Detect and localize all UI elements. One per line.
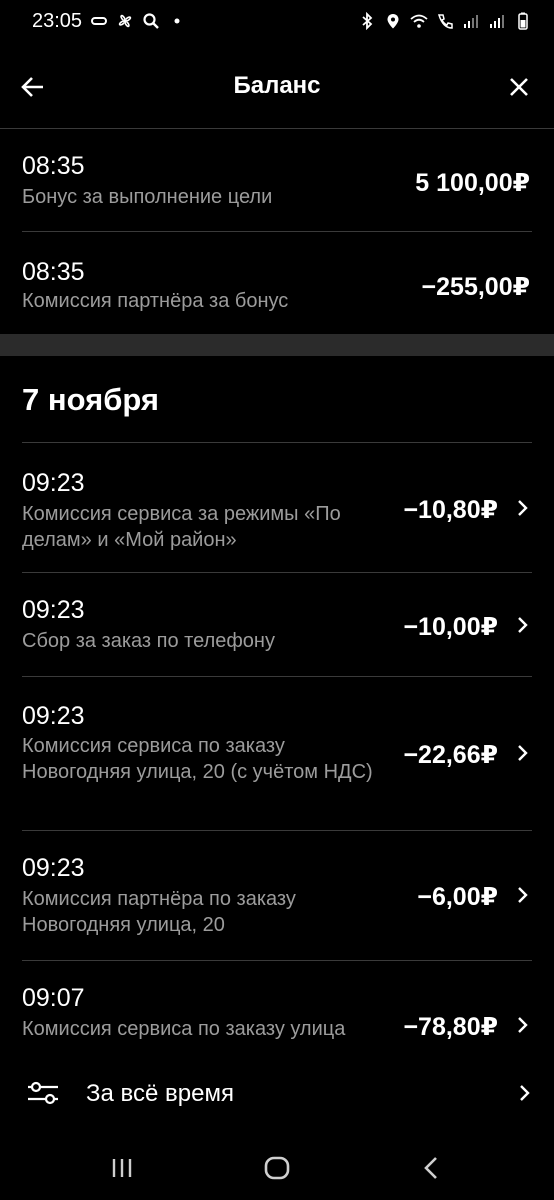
transaction-time: 09:23	[22, 702, 85, 730]
transaction-amount: −22,66₽	[403, 741, 498, 769]
section-date-heading: 7 ноября	[22, 382, 159, 417]
transaction-amount: −10,80₽	[403, 496, 498, 524]
wifi-icon	[410, 14, 428, 28]
transaction-time: 08:35	[22, 152, 85, 180]
transaction-row: 08:35 Комиссия партнёра за бонус −255,00…	[22, 231, 532, 334]
transaction-row[interactable]: 09:23 Комиссия сервиса по заказу Новогод…	[22, 676, 532, 831]
transaction-amount: −78,80₽	[403, 1013, 498, 1041]
chevron-right-icon	[520, 1085, 530, 1101]
section-divider	[0, 334, 554, 356]
volte-call-icon	[437, 14, 453, 29]
location-icon	[387, 14, 399, 29]
home-icon[interactable]	[263, 1154, 291, 1182]
recent-apps-icon[interactable]	[110, 1156, 134, 1180]
transaction-row[interactable]: 09:23 Сбор за заказ по телефону −10,00₽	[22, 572, 532, 677]
system-nav-bar	[0, 1140, 554, 1200]
system-back-icon[interactable]	[422, 1154, 440, 1182]
search-icon	[143, 13, 159, 29]
fan-icon	[118, 14, 132, 28]
link-icon	[91, 17, 107, 25]
transaction-time: 08:35	[22, 258, 85, 286]
transaction-description: Комиссия сервиса по заказу Новогодняя ул…	[22, 735, 373, 783]
transaction-time: 09:23	[22, 469, 85, 497]
status-time: 23:05	[32, 10, 83, 32]
transaction-amount: −255,00₽	[421, 273, 530, 301]
chevron-right-icon	[518, 887, 528, 903]
chevron-right-icon	[518, 617, 528, 633]
status-left-icons	[90, 12, 186, 30]
period-filter-bar[interactable]: За всё время	[0, 1046, 554, 1140]
battery-icon	[518, 12, 528, 30]
header: Баланс	[0, 44, 554, 129]
transaction-time: 09:23	[22, 854, 85, 882]
transaction-amount: 5 100,00₽	[415, 169, 530, 197]
transaction-row: 08:35 Бонус за выполнение цели 5 100,00₽	[22, 128, 532, 232]
transaction-description: Комиссия партнёра по заказу Новогодняя у…	[22, 888, 296, 936]
transaction-row[interactable]: 09:23 Комиссия сервиса за режимы «По дел…	[22, 443, 532, 573]
chevron-right-icon	[518, 745, 528, 761]
transaction-description: Сбор за заказ по телефону	[22, 630, 275, 652]
close-button[interactable]	[502, 70, 536, 104]
transaction-time: 09:23	[22, 596, 85, 624]
signal-icon-2	[490, 15, 504, 28]
transaction-amount: −10,00₽	[403, 613, 498, 641]
close-icon	[510, 78, 528, 96]
transaction-description: Комиссия сервиса по заказу улица	[22, 1018, 346, 1040]
sliders-icon	[28, 1081, 58, 1105]
transaction-description: Комиссия сервиса за режимы «По делам» и …	[22, 503, 341, 551]
transaction-time: 09:07	[22, 984, 85, 1012]
transaction-description: Бонус за выполнение цели	[22, 186, 273, 208]
chevron-right-icon	[518, 1017, 528, 1033]
status-right-icons	[358, 12, 532, 30]
status-bar: 23:05	[0, 0, 554, 44]
chevron-right-icon	[518, 500, 528, 516]
signal-icon-1	[464, 15, 478, 28]
transaction-amount: −6,00₽	[417, 883, 498, 911]
dot-icon	[174, 18, 180, 24]
period-filter-label: За всё время	[86, 1080, 234, 1107]
transaction-row[interactable]: 09:07 Комиссия сервиса по заказу улица −…	[22, 960, 532, 1046]
transaction-description: Комиссия партнёра за бонус	[22, 290, 289, 312]
bluetooth-icon	[362, 12, 373, 30]
transaction-row[interactable]: 09:23 Комиссия партнёра по заказу Нового…	[22, 830, 532, 961]
page-title: Баланс	[233, 72, 321, 99]
